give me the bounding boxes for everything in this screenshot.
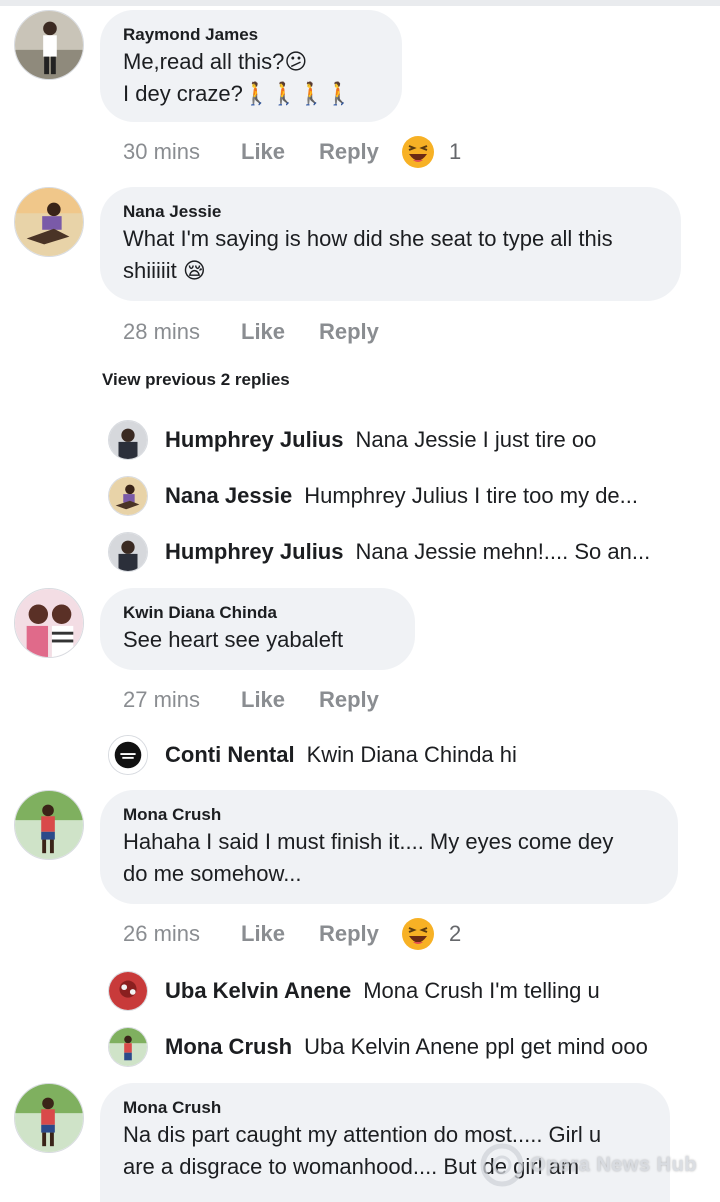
reply-text: Humphrey Julius I tire too my de... bbox=[304, 483, 638, 508]
comment-text-line: do me somehow... bbox=[123, 861, 302, 886]
avatar[interactable] bbox=[108, 420, 148, 460]
comment-author[interactable]: Raymond James bbox=[123, 24, 378, 46]
reply-row: Humphrey Julius Nana Jessie mehn!.... So… bbox=[108, 532, 708, 572]
view-previous-replies-link[interactable]: View previous 2 replies bbox=[102, 370, 290, 390]
comment-time: 30 mins bbox=[123, 139, 201, 164]
comment-bubble[interactable]: Mona Crush Hahaha I said I must finish i… bbox=[100, 790, 678, 904]
avatar[interactable] bbox=[14, 10, 84, 80]
reaction-count: 1 bbox=[449, 139, 462, 164]
comment-actions: 27 mins Like Reply bbox=[123, 683, 401, 717]
comment-author[interactable]: Mona Crush bbox=[123, 1097, 646, 1119]
reply-row: Conti Nental Kwin Diana Chinda hi bbox=[108, 735, 708, 775]
comment-bubble[interactable]: Kwin Diana Chinda See heart see yabaleft bbox=[100, 588, 415, 670]
reaction-summary[interactable]: 1 bbox=[401, 135, 461, 169]
reply-row: Humphrey Julius Nana Jessie I just tire … bbox=[108, 420, 708, 460]
avatar[interactable] bbox=[14, 588, 84, 658]
comment-text-line: shiiiiit 😪 bbox=[123, 258, 206, 283]
like-button[interactable]: Like bbox=[241, 139, 319, 165]
opera-news-watermark: Opera News Hub bbox=[480, 1140, 710, 1190]
comment-time: 27 mins bbox=[123, 687, 201, 712]
top-divider bbox=[0, 0, 720, 6]
like-button[interactable]: Like bbox=[241, 921, 319, 947]
avatar[interactable] bbox=[108, 1027, 148, 1067]
reply-row: Uba Kelvin Anene Mona Crush I'm telling … bbox=[108, 971, 708, 1011]
reply-author[interactable]: Conti Nental bbox=[165, 742, 295, 768]
haha-emoji-icon bbox=[402, 918, 434, 950]
comment-author[interactable]: Mona Crush bbox=[123, 804, 654, 826]
reaction-count: 2 bbox=[449, 921, 462, 946]
avatar[interactable] bbox=[14, 187, 84, 257]
comment-text-line: Hahaha I said I must finish it.... My ey… bbox=[123, 829, 614, 854]
reply-text: Kwin Diana Chinda hi bbox=[306, 742, 517, 767]
avatar[interactable] bbox=[14, 790, 84, 860]
comment-time: 26 mins bbox=[123, 921, 201, 946]
reaction-summary[interactable]: 2 bbox=[401, 917, 461, 951]
reply-button[interactable]: Reply bbox=[319, 921, 401, 947]
comment-bubble[interactable]: Nana Jessie What I'm saying is how did s… bbox=[100, 187, 681, 301]
avatar[interactable] bbox=[108, 735, 148, 775]
reply-button[interactable]: Reply bbox=[319, 139, 401, 165]
comment-text-line: Me,read all this?😕 bbox=[123, 49, 308, 74]
comment-author[interactable]: Kwin Diana Chinda bbox=[123, 602, 391, 624]
comment-actions: 26 mins Like Reply 2 bbox=[123, 917, 461, 951]
avatar[interactable] bbox=[14, 1083, 84, 1153]
reply-text: Uba Kelvin Anene ppl get mind ooo bbox=[304, 1034, 648, 1059]
reply-row: Mona Crush Uba Kelvin Anene ppl get mind… bbox=[108, 1027, 708, 1067]
reply-author[interactable]: Mona Crush bbox=[165, 1034, 292, 1060]
comment-actions: 30 mins Like Reply 1 bbox=[123, 135, 461, 169]
reply-button[interactable]: Reply bbox=[319, 687, 401, 713]
avatar[interactable] bbox=[108, 476, 148, 516]
reply-text: Nana Jessie I just tire oo bbox=[355, 427, 597, 452]
comment-actions: 28 mins Like Reply bbox=[123, 315, 401, 349]
reply-author[interactable]: Uba Kelvin Anene bbox=[165, 978, 351, 1004]
haha-emoji-icon bbox=[402, 136, 434, 168]
reply-text: Nana Jessie mehn!.... So an... bbox=[355, 539, 651, 564]
comment-author[interactable]: Nana Jessie bbox=[123, 201, 657, 223]
comment-text-line: What I'm saying is how did she seat to t… bbox=[123, 226, 613, 251]
reply-row: Nana Jessie Humphrey Julius I tire too m… bbox=[108, 476, 708, 516]
comment-text-line: I dey craze?🚶🚶🚶🚶 bbox=[123, 81, 353, 106]
like-button[interactable]: Like bbox=[241, 319, 319, 345]
reply-button[interactable]: Reply bbox=[319, 319, 401, 345]
comment-time: 28 mins bbox=[123, 319, 201, 344]
reply-author[interactable]: Humphrey Julius bbox=[165, 539, 343, 565]
reply-author[interactable]: Humphrey Julius bbox=[165, 427, 343, 453]
like-button[interactable]: Like bbox=[241, 687, 319, 713]
comment-bubble[interactable]: Raymond James Me,read all this?😕 I dey c… bbox=[100, 10, 402, 122]
avatar[interactable] bbox=[108, 532, 148, 572]
watermark-text: Opera News Hub bbox=[530, 1153, 698, 1176]
reply-author[interactable]: Nana Jessie bbox=[165, 483, 292, 509]
opera-news-logo-icon bbox=[480, 1143, 524, 1187]
comment-text-line: See heart see yabaleft bbox=[123, 627, 344, 652]
avatar[interactable] bbox=[108, 971, 148, 1011]
reply-text: Mona Crush I'm telling u bbox=[363, 978, 600, 1003]
